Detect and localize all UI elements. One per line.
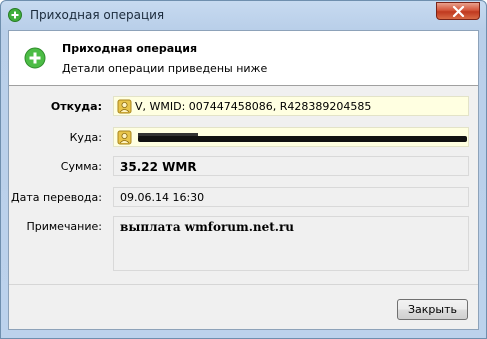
title-bar[interactable]: Приходная операция [1, 1, 486, 31]
dialog-header: Приходная операция Детали операции приве… [9, 31, 478, 86]
dialog-body: Приходная операция Детали операции приве… [8, 30, 479, 330]
note-value: выплата wmforum.net.ru [120, 220, 295, 234]
dialog-window: Приходная операция Приходная операция Де… [0, 0, 487, 339]
to-field[interactable] [113, 127, 469, 147]
user-passport-icon [117, 99, 132, 114]
window-title: Приходная операция [30, 8, 165, 22]
amount-value: 35.22 WMR [120, 160, 197, 174]
from-label: Откуда: [50, 100, 102, 113]
date-field: 09.06.14 16:30 [113, 187, 469, 207]
footer-separator [9, 284, 478, 285]
date-label: Дата перевода: [11, 191, 102, 204]
redacted-value [138, 136, 467, 142]
close-button[interactable]: Закрыть [397, 299, 468, 320]
plus-circle-icon [8, 8, 22, 22]
note-label: Примечание: [26, 220, 102, 233]
note-field[interactable]: выплата wmforum.net.ru [113, 216, 469, 271]
user-passport-icon [117, 130, 132, 145]
close-window-button[interactable] [436, 2, 480, 20]
date-value: 09.06.14 16:30 [120, 191, 205, 204]
header-subtitle: Детали операции приведены ниже [62, 62, 268, 75]
from-value: V, WMID: 007447458086, R428389204585 [135, 100, 372, 113]
header-title: Приходная операция [62, 42, 198, 55]
close-icon [452, 6, 465, 17]
amount-field: 35.22 WMR [113, 156, 469, 176]
plus-circle-icon [24, 47, 46, 69]
amount-label: Сумма: [60, 160, 102, 173]
to-label: Куда: [69, 131, 102, 144]
from-field[interactable]: V, WMID: 007447458086, R428389204585 [113, 96, 469, 116]
